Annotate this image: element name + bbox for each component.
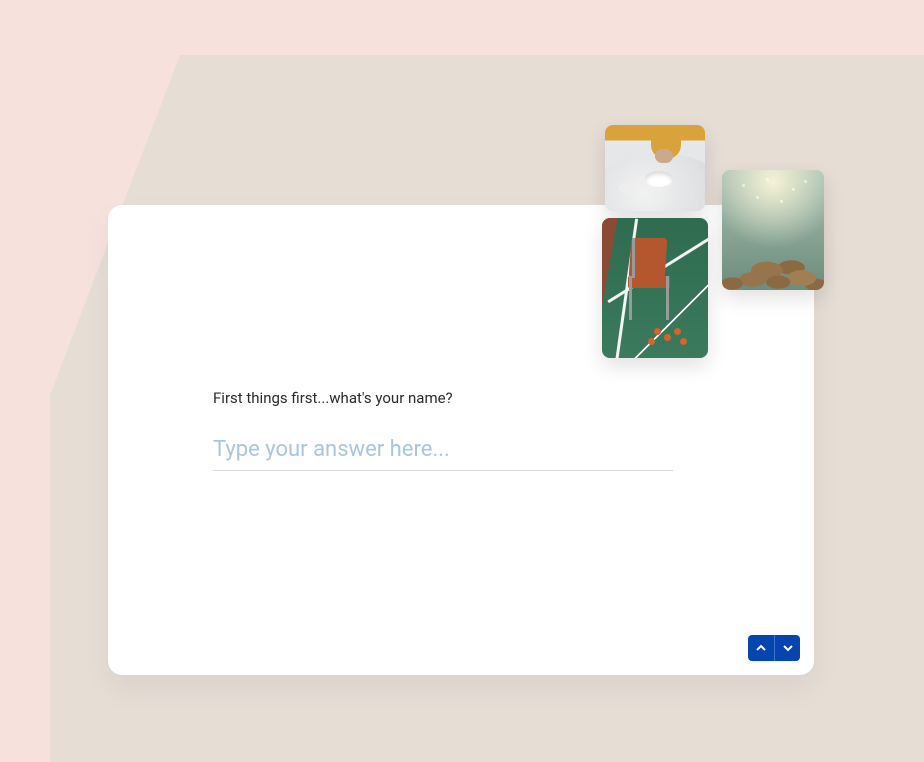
underwater-coral-photo: [722, 170, 824, 290]
nav-button-group: [748, 635, 800, 661]
question-prompt: First things first...what's your name?: [213, 389, 673, 407]
egg-marble-table-photo: [605, 125, 705, 211]
form-card: First things first...what's your name?: [108, 205, 814, 675]
answer-input[interactable]: [213, 433, 673, 471]
next-button[interactable]: [774, 635, 800, 661]
question-block: First things first...what's your name?: [213, 389, 673, 471]
chevron-up-icon: [756, 641, 766, 656]
chevron-down-icon: [783, 641, 793, 656]
chair-tennis-court-photo: [602, 218, 708, 358]
prev-button[interactable]: [748, 635, 774, 661]
